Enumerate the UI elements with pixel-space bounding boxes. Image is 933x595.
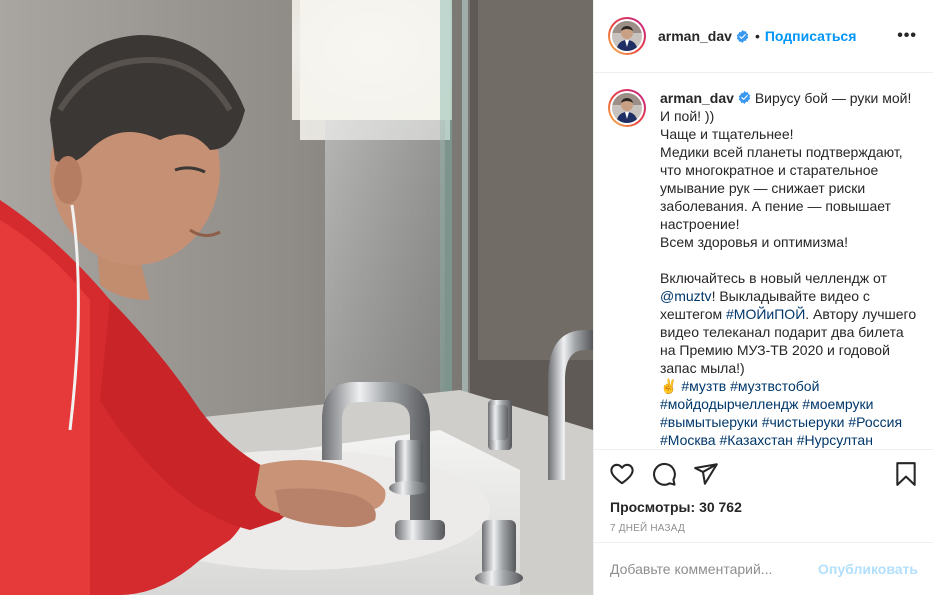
separator-dot: • bbox=[754, 28, 760, 44]
publish-button[interactable]: Опубликовать bbox=[818, 561, 918, 577]
more-options-icon[interactable]: ••• bbox=[897, 27, 917, 45]
victory-hand-emoji: ✌️ bbox=[660, 378, 678, 394]
views-label: Просмотры: bbox=[610, 499, 696, 515]
profile-avatar-icon bbox=[612, 93, 642, 123]
hashtag-link[interactable]: #Казахстан bbox=[719, 432, 792, 448]
caption-username[interactable]: arman_dav bbox=[660, 90, 734, 106]
caption-area[interactable]: arman_dav Вирусу бой — руки мой! И пой! … bbox=[594, 73, 933, 450]
video-frame-illustration bbox=[0, 0, 593, 595]
avatar[interactable] bbox=[608, 17, 646, 55]
hashtag-link[interactable]: #чистыеруки bbox=[762, 414, 845, 430]
hashtag-link[interactable]: #Москва bbox=[660, 432, 716, 448]
views-number: 30 762 bbox=[699, 499, 742, 515]
post-author-username[interactable]: arman_dav bbox=[658, 28, 732, 44]
caption-paragraph-1: Чаще и тщательнее! Медики всей планеты п… bbox=[660, 126, 903, 250]
profile-avatar-icon bbox=[612, 21, 642, 51]
hashtag-link[interactable]: #мойдодырчеллендж bbox=[660, 396, 798, 412]
bookmark-icon[interactable] bbox=[893, 461, 919, 487]
hashtag-link[interactable]: #Россия bbox=[848, 414, 902, 430]
verified-badge-icon bbox=[738, 91, 751, 104]
caption-text: arman_dav Вирусу бой — руки мой! И пой! … bbox=[660, 89, 917, 449]
caption-paragraph-2-start: Включайтесь в новый челлендж от bbox=[660, 270, 891, 286]
mention-link[interactable]: @muztv bbox=[660, 288, 712, 304]
comment-icon[interactable] bbox=[651, 461, 677, 487]
post-header: arman_dav • Подписаться ••• bbox=[594, 0, 933, 73]
action-bar bbox=[594, 450, 933, 498]
verified-badge-icon bbox=[736, 29, 749, 43]
comment-bar: Опубликовать bbox=[594, 542, 933, 595]
hashtag-link[interactable]: #Нурсултан bbox=[797, 432, 873, 448]
post-date[interactable]: 7 ДНЕЙ НАЗАД bbox=[594, 516, 933, 536]
follow-button[interactable]: Подписаться bbox=[765, 28, 857, 44]
post-media-video[interactable] bbox=[0, 0, 593, 595]
heart-icon[interactable] bbox=[609, 461, 635, 487]
share-icon[interactable] bbox=[693, 461, 719, 487]
views-count[interactable]: Просмотры: 30 762 bbox=[594, 498, 933, 516]
comment-input[interactable] bbox=[610, 561, 819, 577]
hashtag-link[interactable]: #музтв bbox=[681, 378, 726, 394]
hashtag-link[interactable]: #МОЙиПОЙ bbox=[726, 306, 805, 322]
post-sidebar: arman_dav • Подписаться ••• arman_dav Ви… bbox=[593, 0, 933, 595]
hashtag-link[interactable]: #музтвстобой bbox=[730, 378, 819, 394]
hashtag-link[interactable]: #моемруки bbox=[802, 396, 873, 412]
caption-avatar[interactable] bbox=[608, 89, 646, 127]
hashtag-link[interactable]: #вымытыеруки bbox=[660, 414, 758, 430]
